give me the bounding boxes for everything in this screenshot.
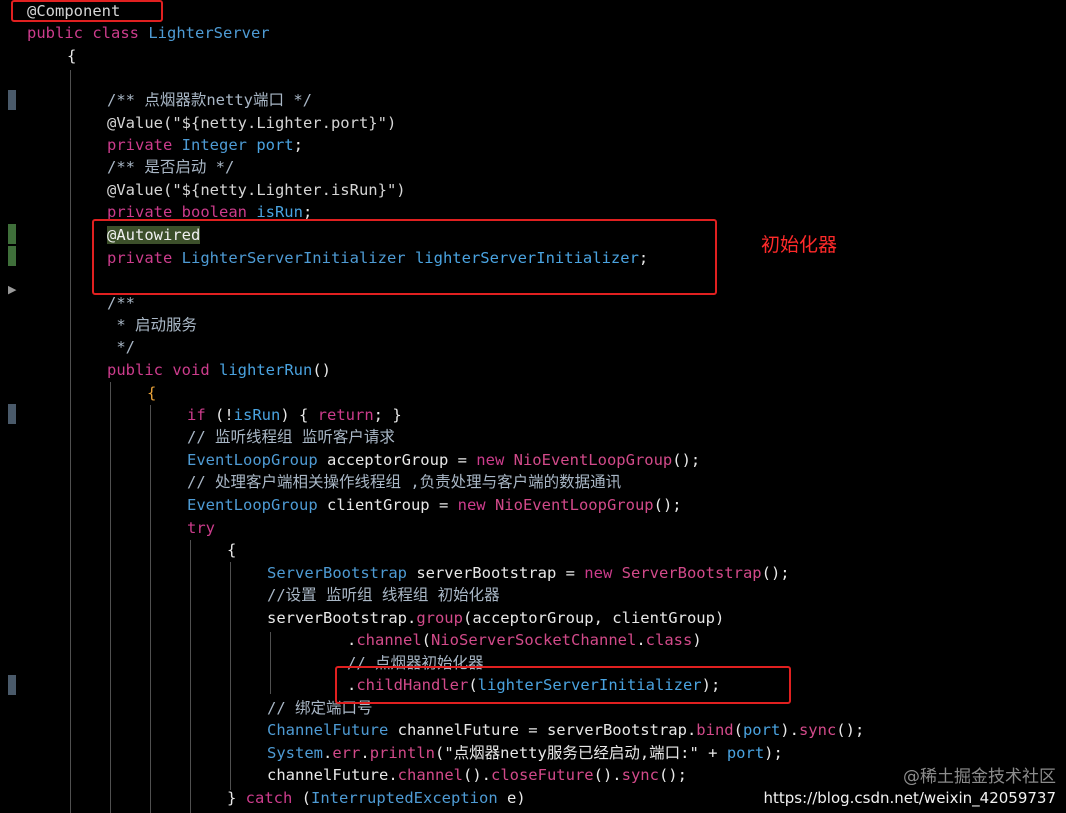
code-line[interactable]: channelFuture.channel().closeFuture().sy…	[267, 764, 687, 786]
indent-guide	[110, 382, 111, 813]
indent-guide	[190, 540, 191, 813]
highlight-box-component	[11, 0, 163, 22]
highlight-box-initializer	[92, 219, 717, 295]
gutter-change-marker	[8, 675, 16, 695]
code-line[interactable]: EventLoopGroup acceptorGroup = new NioEv…	[187, 449, 700, 471]
indent-guide	[70, 70, 71, 813]
gutter-change-marker	[8, 246, 16, 266]
code-line[interactable]: serverBootstrap.group(acceptorGroup, cli…	[267, 607, 724, 629]
code-comment[interactable]: /**	[107, 292, 135, 314]
code-line[interactable]: {	[67, 45, 76, 67]
code-comment[interactable]: //设置 监听组 线程组 初始化器	[267, 584, 500, 606]
code-line[interactable]: {	[227, 539, 236, 561]
highlight-box-child-handler	[335, 666, 791, 704]
code-comment[interactable]: // 处理客户端相关操作线程组 ,负责处理与客户端的数据通讯	[187, 471, 621, 493]
url-watermark: https://blog.csdn.net/weixin_42059737	[763, 789, 1056, 807]
code-comment[interactable]: * 启动服务	[107, 314, 197, 336]
code-line[interactable]: System.err.println("点烟器netty服务已经启动,端口:" …	[267, 742, 783, 764]
site-watermark: @稀土掘金技术社区	[903, 767, 1056, 787]
code-comment[interactable]: // 监听线程组 监听客户请求	[187, 426, 395, 448]
code-line[interactable]: @Value("${netty.Lighter.port}")	[107, 112, 396, 134]
code-line[interactable]: @Value("${netty.Lighter.isRun}")	[107, 179, 406, 201]
indent-guide	[230, 562, 231, 790]
code-comment[interactable]: */	[107, 336, 135, 358]
initializer-note: 初始化器	[761, 234, 838, 256]
code-line[interactable]: .channel(NioServerSocketChannel.class)	[347, 629, 702, 651]
code-line[interactable]: } catch (InterruptedException e)	[227, 787, 526, 809]
gutter-change-marker	[8, 90, 16, 110]
gutter-change-marker	[8, 404, 16, 424]
code-comment[interactable]: /** 点烟器款netty端口 */	[107, 89, 312, 111]
indent-guide	[150, 405, 151, 813]
code-line[interactable]: if (!isRun) { return; }	[187, 404, 402, 426]
code-line[interactable]: public void lighterRun()	[107, 359, 331, 381]
fold-arrow-icon[interactable]: ▶	[8, 283, 16, 296]
code-line[interactable]: {	[147, 382, 156, 404]
code-line[interactable]: public class LighterServer	[27, 22, 270, 44]
code-line[interactable]: ChannelFuture channelFuture = serverBoot…	[267, 719, 864, 741]
code-editor[interactable]: ▶ @Component public class LighterServer …	[0, 0, 1066, 813]
code-line[interactable]: try	[187, 517, 215, 539]
code-comment[interactable]: /** 是否启动 */	[107, 156, 234, 178]
code-line[interactable]: private Integer port;	[107, 134, 303, 156]
code-line[interactable]: ServerBootstrap serverBootstrap = new Se…	[267, 562, 790, 584]
gutter-change-marker	[8, 224, 16, 244]
code-line[interactable]: EventLoopGroup clientGroup = new NioEven…	[187, 494, 682, 516]
indent-guide	[270, 632, 271, 694]
